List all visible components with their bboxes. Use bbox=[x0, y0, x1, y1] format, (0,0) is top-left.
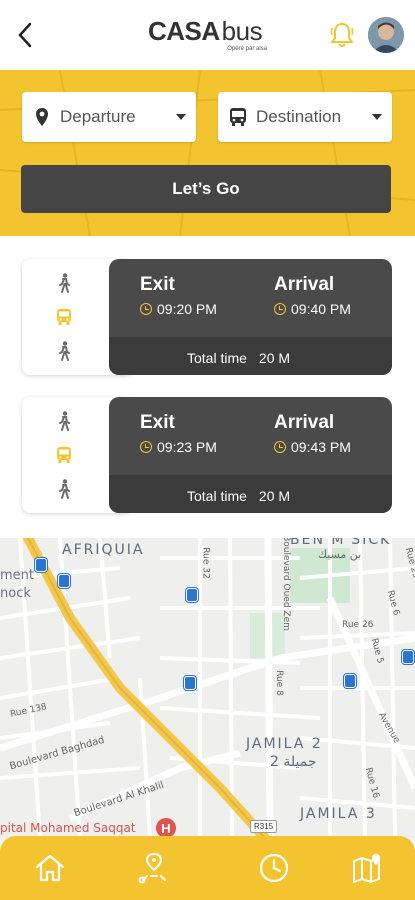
arrival-block: Arrival 09:43 PM bbox=[274, 411, 351, 455]
nav-schedule[interactable] bbox=[256, 850, 292, 886]
map-label: Boulevard Oued Zem bbox=[280, 538, 291, 631]
nav-route[interactable] bbox=[136, 850, 172, 886]
total-time: Total time 20 M bbox=[187, 488, 290, 504]
total-time-value: 20 M bbox=[258, 350, 291, 366]
nav-home[interactable] bbox=[32, 850, 68, 886]
total-time-label: Total time bbox=[187, 350, 247, 366]
exit-title: Exit bbox=[140, 274, 175, 295]
exit-time: 09:23 PM bbox=[157, 439, 217, 455]
map-label: Rue 32 bbox=[200, 547, 211, 579]
walk-icon bbox=[54, 477, 74, 501]
trip-search-panel: Departure Destination Let’s Go bbox=[0, 70, 415, 236]
map-label: JAMILA 3 bbox=[300, 806, 377, 822]
clock-icon bbox=[140, 441, 152, 453]
map-label: جميلة 2 bbox=[270, 754, 317, 770]
departure-select[interactable]: Departure bbox=[22, 92, 196, 142]
notifications-button[interactable] bbox=[328, 20, 356, 50]
bell-icon bbox=[330, 23, 354, 47]
exit-block: Exit 09:20 PM bbox=[140, 273, 217, 317]
trip-results-list: Exit 09:20 PM Arrival 09:40 PM Total tim… bbox=[0, 236, 415, 538]
trip-card[interactable]: Exit 09:23 PM Arrival 09:43 PM Total tim… bbox=[22, 397, 392, 513]
dropdown-caret-icon bbox=[176, 114, 186, 120]
casabus-logo: CASAbus Opéré par alsa bbox=[148, 16, 267, 52]
total-time: Total time 20 M bbox=[187, 350, 290, 366]
hospital-icon[interactable]: H bbox=[156, 818, 176, 838]
bus-stop-icon[interactable] bbox=[184, 676, 196, 690]
arrival-title: Arrival bbox=[274, 412, 335, 433]
walk-icon bbox=[54, 271, 74, 295]
trip-times-panel: Exit 09:20 PM Arrival 09:40 PM Total tim… bbox=[109, 259, 392, 375]
back-button[interactable] bbox=[12, 20, 38, 50]
clock-icon bbox=[140, 303, 152, 315]
nav-map[interactable] bbox=[350, 850, 386, 886]
map-label: بن مسيك bbox=[318, 548, 362, 561]
exit-block: Exit 09:23 PM bbox=[140, 411, 217, 455]
trip-card[interactable]: Exit 09:20 PM Arrival 09:40 PM Total tim… bbox=[22, 259, 392, 375]
map-label: pital Mohamed Saqqat bbox=[0, 821, 136, 835]
top-bar: CASAbus Opéré par alsa bbox=[0, 0, 415, 70]
walk-icon bbox=[54, 409, 74, 433]
destination-select[interactable]: Destination bbox=[218, 92, 392, 142]
clock-icon bbox=[259, 853, 289, 883]
bus-stop-icon[interactable] bbox=[402, 650, 414, 664]
destination-label: Destination bbox=[256, 107, 342, 126]
map-label: nock bbox=[0, 586, 31, 601]
map-label: AFRIQUIA bbox=[62, 542, 145, 558]
map-label: ment bbox=[0, 568, 34, 583]
map-label: JAMILA 2 bbox=[246, 736, 323, 752]
clock-icon bbox=[274, 441, 286, 453]
arrival-time: 09:43 PM bbox=[291, 439, 351, 455]
exit-title: Exit bbox=[140, 412, 175, 433]
home-icon bbox=[35, 854, 65, 882]
location-pin-icon bbox=[32, 106, 52, 128]
arrival-title: Arrival bbox=[274, 274, 335, 295]
road-shield: R315 bbox=[250, 820, 278, 833]
map-label: Rue 8 bbox=[273, 670, 284, 696]
exit-time: 09:20 PM bbox=[157, 301, 217, 317]
lets-go-button[interactable]: Let’s Go bbox=[21, 165, 391, 213]
map-label: Rue 26 bbox=[342, 620, 374, 630]
dropdown-caret-icon bbox=[372, 114, 382, 120]
map-label: BEN M'SICK bbox=[290, 538, 392, 548]
arrival-block: Arrival 09:40 PM bbox=[274, 273, 351, 317]
trip-times-panel: Exit 09:23 PM Arrival 09:43 PM Total tim… bbox=[109, 397, 392, 513]
user-avatar[interactable] bbox=[368, 17, 404, 53]
bus-stop-icon[interactable] bbox=[58, 574, 70, 588]
bus-stop-icon[interactable] bbox=[35, 558, 47, 572]
arrival-time: 09:40 PM bbox=[291, 301, 351, 317]
route-map[interactable]: AFRIQUIA BEN M'SICK بن مسيك JAMILA 2 جمي… bbox=[0, 538, 415, 838]
avatar-photo-icon bbox=[368, 17, 404, 53]
walk-icon bbox=[54, 339, 74, 363]
departure-label: Departure bbox=[60, 107, 136, 126]
total-time-value: 20 M bbox=[258, 488, 291, 504]
route-icon bbox=[138, 852, 166, 884]
back-arrow-icon bbox=[18, 22, 32, 48]
bus-icon bbox=[228, 106, 248, 128]
bus-icon bbox=[54, 305, 74, 329]
map-icon bbox=[353, 854, 380, 883]
bottom-navigation bbox=[0, 836, 415, 900]
app-screen: CASAbus Opéré par alsa Departure Destina… bbox=[0, 0, 415, 900]
clock-icon bbox=[274, 303, 286, 315]
bus-icon bbox=[54, 443, 74, 467]
bus-stop-icon[interactable] bbox=[186, 588, 198, 602]
total-time-label: Total time bbox=[187, 488, 247, 504]
bus-stop-icon[interactable] bbox=[344, 674, 356, 688]
